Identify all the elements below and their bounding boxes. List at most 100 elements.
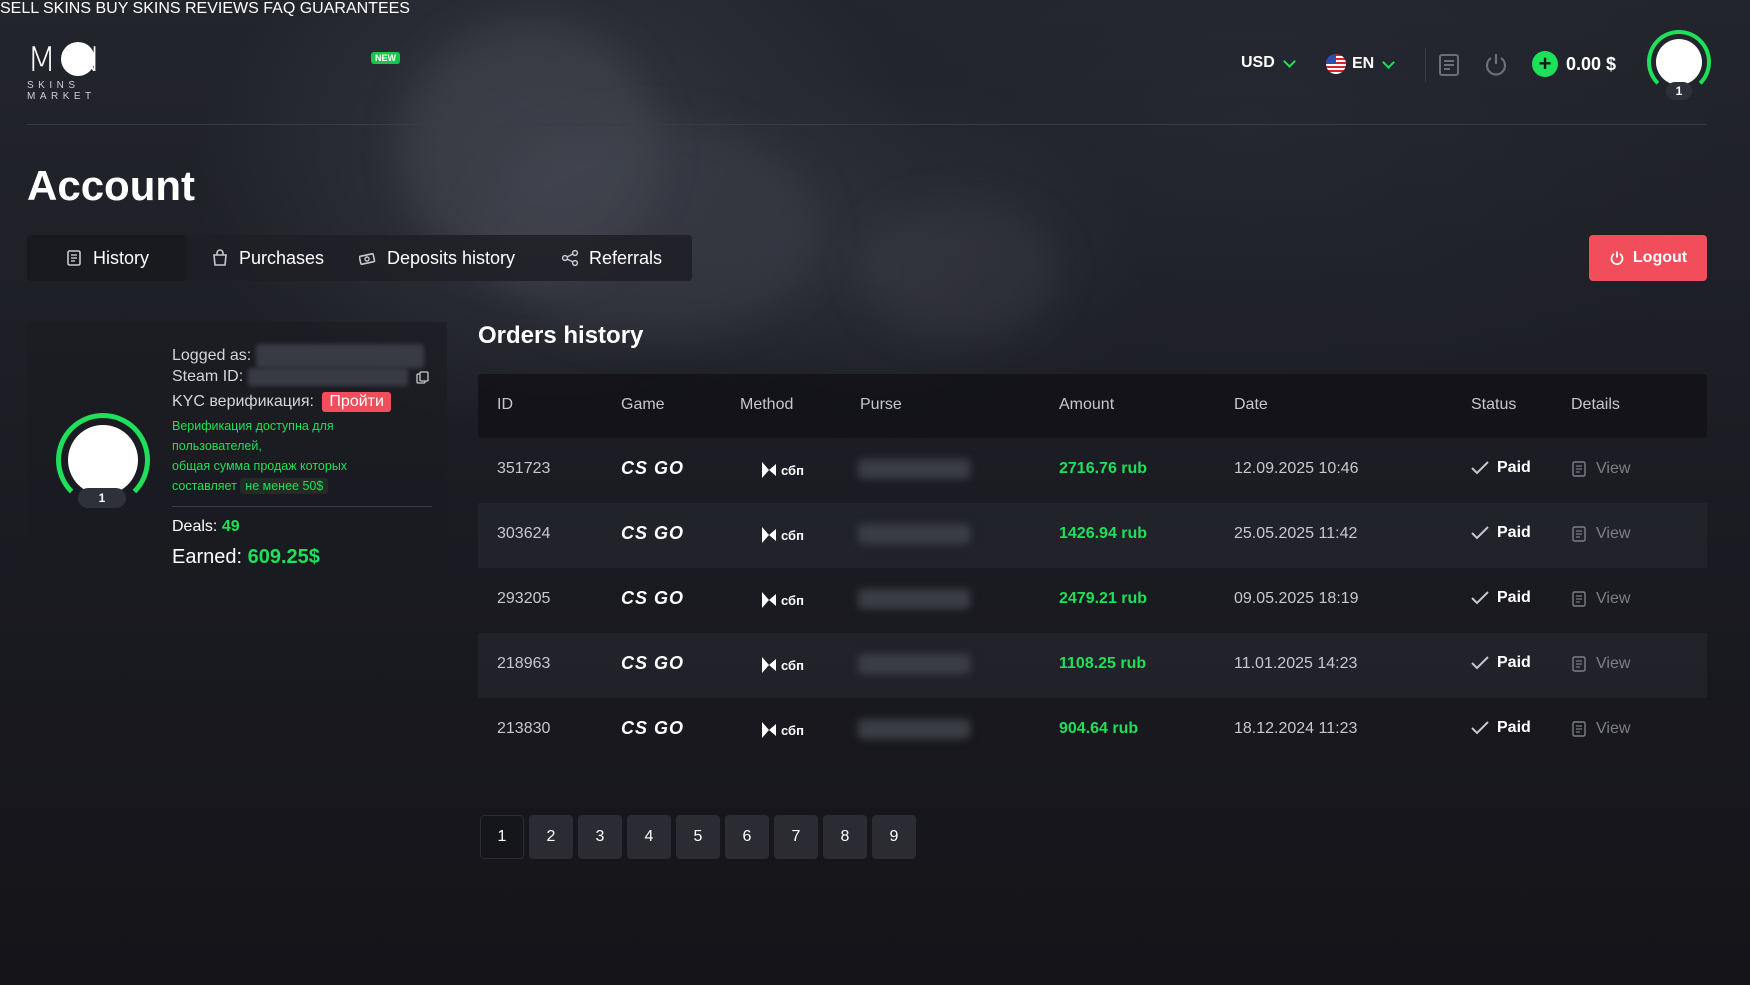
check-icon [1471, 591, 1489, 605]
game-logo: CS GO [621, 588, 684, 609]
order-amount: 904.64 rub [1059, 720, 1139, 737]
balance-value: 0.00 $ [1566, 53, 1617, 74]
add-funds-icon[interactable]: + [1532, 51, 1558, 77]
table-row: 351723 CS GO сбп 2716.76 rub 12.09.2025 … [478, 438, 1707, 503]
page-button[interactable]: 1 [480, 815, 524, 859]
balance[interactable]: + 0.00 $ [1532, 51, 1616, 77]
kyc-row: KYC верификация: Пройти [172, 392, 391, 412]
nav-faq[interactable]: FAQ [263, 0, 295, 17]
moon-icon [61, 42, 95, 76]
tab-label: History [92, 247, 149, 268]
csgo-logo-icon: CS GO [621, 523, 685, 543]
method-logo: сбп [760, 525, 804, 545]
purse-redacted [858, 654, 970, 674]
game-logo: CS GO [621, 653, 684, 674]
check-icon [1471, 526, 1489, 540]
method-logo: сбп [760, 720, 804, 740]
status-label: Paid [1497, 459, 1531, 476]
power-icon[interactable] [1483, 52, 1509, 78]
document-icon [1572, 656, 1586, 672]
logged-as-row: Logged as: [172, 344, 424, 368]
method-logo: сбп [760, 460, 804, 480]
kyc-note: Верификация доступна для пользователей, … [172, 416, 392, 496]
page-button[interactable]: 8 [823, 815, 867, 859]
currency-select[interactable]: USD [1241, 54, 1296, 72]
pagination: 123456789 [480, 815, 916, 859]
game-logo: CS GO [621, 718, 684, 739]
steam-id-redacted [247, 368, 408, 386]
view-details-link[interactable]: View [1572, 655, 1630, 673]
method-label: сбп [781, 592, 804, 608]
check-icon [1471, 461, 1489, 475]
moon-logo[interactable]: M N SKINS MARKET [27, 40, 147, 102]
tab-deposits-history[interactable]: Deposits history [359, 235, 515, 281]
order-date: 11.01.2025 14:23 [1234, 655, 1358, 672]
earned-label: Earned: [172, 546, 243, 568]
col-method: Method [740, 396, 794, 413]
order-amount: 2716.76 rub [1059, 460, 1148, 477]
page-button[interactable]: 4 [627, 815, 671, 859]
avatar-image [1656, 39, 1702, 85]
steam-id-label: Steam ID: [172, 368, 244, 386]
kyc-min-amount: не менее 50$ [240, 478, 329, 494]
logout-button[interactable]: Logout [1589, 235, 1707, 281]
header-divider-line [27, 124, 1707, 125]
purse-redacted [858, 459, 970, 479]
copy-icon[interactable] [416, 370, 429, 384]
check-icon [1471, 721, 1489, 735]
order-date: 12.09.2025 10:46 [1234, 460, 1359, 477]
view-details-link[interactable]: View [1572, 720, 1630, 738]
tab-history[interactable]: History [27, 235, 187, 281]
view-details-link[interactable]: View [1572, 590, 1630, 608]
chevron-down-icon [1382, 55, 1396, 69]
currency-value: USD [1241, 54, 1275, 71]
bag-icon [213, 249, 227, 266]
tab-purchases[interactable]: Purchases [211, 235, 324, 281]
status-label: Paid [1497, 654, 1531, 671]
deals-label: Deals: [172, 518, 218, 535]
kyc-verify-button[interactable]: Пройти [322, 392, 391, 412]
page-button[interactable]: 2 [529, 815, 573, 859]
method-logo: сбп [760, 655, 804, 675]
page-button[interactable]: 9 [872, 815, 916, 859]
page-button[interactable]: 7 [774, 815, 818, 859]
method-label: сбп [781, 462, 804, 478]
page-button[interactable]: 6 [725, 815, 769, 859]
notes-icon[interactable] [1438, 53, 1460, 77]
level-badge: 1 [1666, 82, 1692, 100]
deals-value: 49 [221, 518, 240, 535]
status-label: Paid [1497, 524, 1531, 541]
username-redacted [255, 344, 424, 368]
tab-referrals[interactable]: Referrals [561, 235, 662, 281]
col-date: Date [1234, 396, 1268, 413]
logged-as-label: Logged as: [172, 347, 252, 365]
nav-guarantees[interactable]: GUARANTEES [300, 0, 410, 17]
sbp-mark-icon [762, 722, 776, 738]
earned-row: Earned: 609.25$ [172, 546, 320, 569]
page-button[interactable]: 3 [578, 815, 622, 859]
sbp-mark-icon [762, 462, 776, 478]
view-details-link[interactable]: View [1572, 460, 1630, 478]
order-id: 293205 [497, 590, 551, 607]
nav-reviews[interactable]: REVIEWS [185, 0, 259, 17]
order-status: Paid [1471, 524, 1531, 542]
document-icon [1572, 526, 1586, 542]
profile-divider [172, 506, 432, 507]
order-id: 351723 [497, 460, 551, 477]
order-status: Paid [1471, 719, 1531, 737]
table-row: 218963 CS GO сбп 1108.25 rub 11.01.2025 … [478, 633, 1707, 698]
power-icon [1610, 251, 1624, 265]
nav-sell-skins[interactable]: SELL SKINS [0, 0, 91, 17]
us-flag-icon [1326, 54, 1346, 74]
kyc-note-line: пользователей, [172, 439, 262, 453]
page-button[interactable]: 5 [676, 815, 720, 859]
order-status: Paid [1471, 654, 1531, 672]
order-amount: 2479.21 rub [1059, 590, 1148, 607]
orders-title: Orders history [478, 322, 644, 349]
language-select[interactable]: EN [1326, 54, 1396, 74]
view-details-link[interactable]: View [1572, 525, 1630, 543]
nav-buy-skins[interactable]: BUY SKINS [95, 0, 180, 17]
method-logo: сбп [760, 590, 804, 610]
kyc-note-line: Верификация доступна для [172, 419, 334, 433]
main-nav: SELL SKINS BUY SKINS NEW REVIEWS FAQ GUA… [0, 0, 1750, 64]
